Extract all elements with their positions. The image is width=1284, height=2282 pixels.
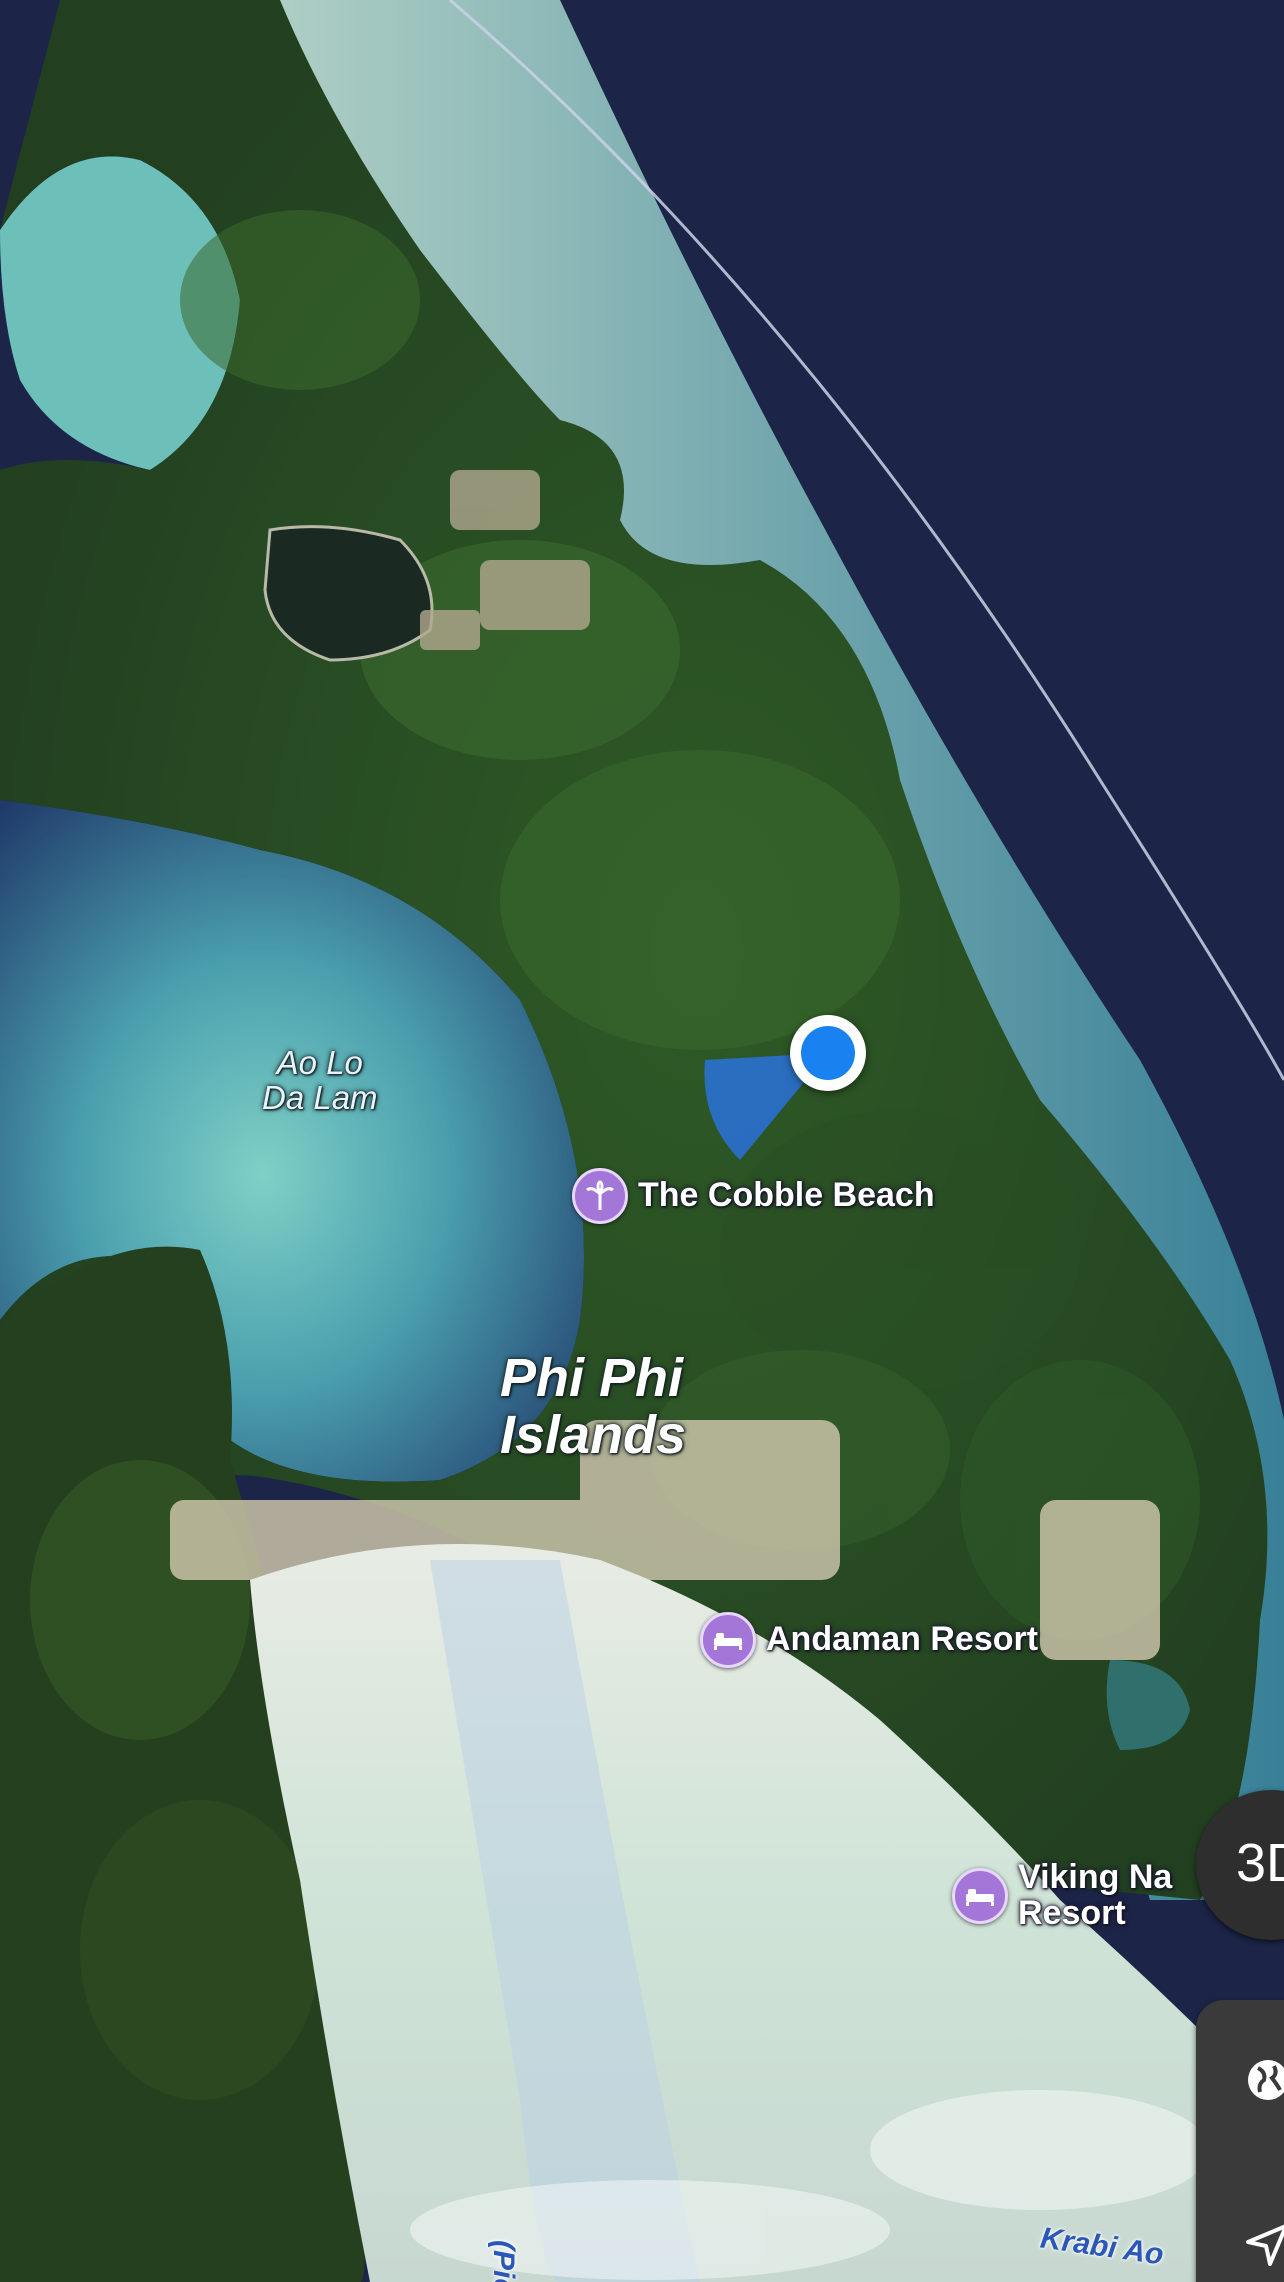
poi-viking-na-resort[interactable]: Viking Na Resort bbox=[952, 1858, 1173, 1932]
pier-road-label: (Pier) bbox=[487, 2240, 520, 2282]
reservoir bbox=[263, 525, 434, 662]
poi-the-cobble-beach[interactable]: The Cobble Beach bbox=[572, 1168, 935, 1224]
poi-label: Viking Na Resort bbox=[1018, 1858, 1173, 1932]
beach-icon bbox=[572, 1168, 628, 1224]
poi-label: Andaman Resort bbox=[766, 1620, 1039, 1659]
current-location-marker[interactable] bbox=[790, 1015, 866, 1091]
bed-icon bbox=[952, 1867, 1008, 1924]
bed-icon bbox=[700, 1612, 756, 1668]
poi-label: The Cobble Beach bbox=[638, 1176, 935, 1215]
island-label: Phi Phi Islands bbox=[500, 1348, 687, 1465]
map-controls-panel bbox=[1196, 2000, 1284, 2282]
3d-label: 3D bbox=[1236, 1833, 1284, 1893]
bay-label: Ao Lo Da Lam bbox=[262, 1044, 378, 1116]
satellite-imagery[interactable] bbox=[0, 0, 1284, 2282]
poi-andaman-resort[interactable]: Andaman Resort bbox=[700, 1612, 1038, 1668]
map-view[interactable]: Ao Lo Da Lam Phi Phi Islands The Cobble … bbox=[0, 0, 1284, 2282]
location-arrow-icon[interactable] bbox=[1242, 2220, 1284, 2270]
globe-icon[interactable] bbox=[1244, 2056, 1284, 2104]
